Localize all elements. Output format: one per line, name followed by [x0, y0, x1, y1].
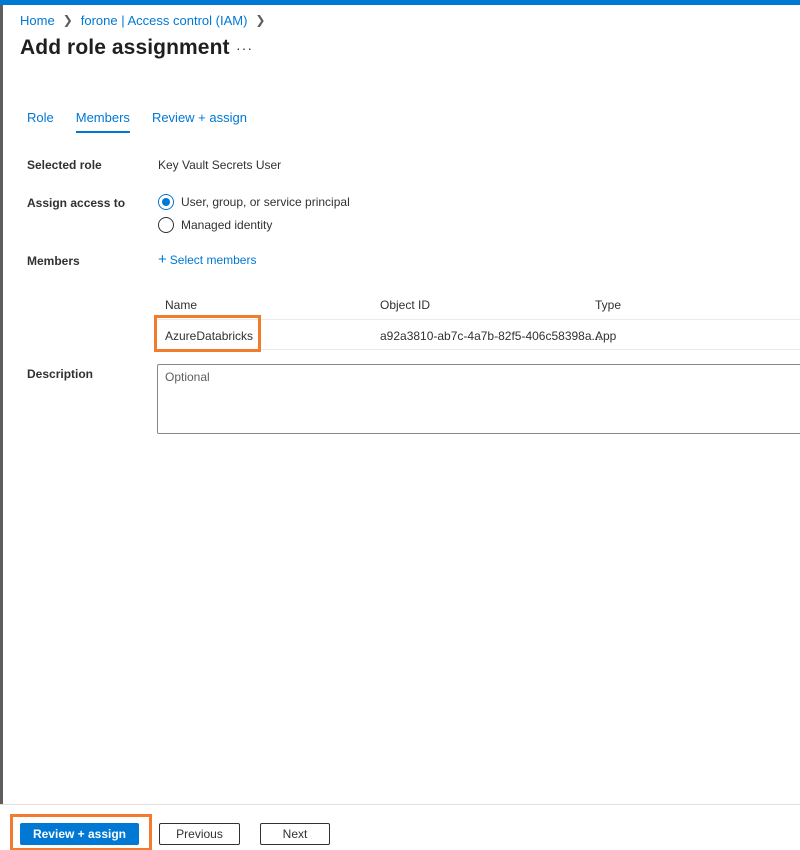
- members-table: Name Object ID Type AzureDatabricks a92a…: [154, 290, 800, 352]
- tab-role[interactable]: Role: [27, 110, 54, 133]
- members-label: Members: [27, 254, 80, 268]
- chevron-right-icon: ❯: [62, 12, 73, 27]
- plus-icon: +: [158, 251, 167, 268]
- radio-checked-icon: [158, 194, 174, 210]
- page-title: Add role assignment: [20, 36, 230, 59]
- selected-role-value: Key Vault Secrets User: [158, 158, 282, 172]
- assign-access-label: Assign access to: [27, 196, 126, 210]
- description-textarea[interactable]: Optional: [157, 364, 800, 434]
- column-header-object-id[interactable]: Object ID: [380, 298, 430, 312]
- name-highlight-box: [154, 315, 261, 352]
- top-accent-bar: [0, 0, 800, 5]
- member-type-cell: App: [595, 329, 617, 343]
- wizard-tabs: Role Members Review + assign: [27, 110, 269, 133]
- column-header-name[interactable]: Name: [165, 298, 197, 312]
- add-role-assignment-page: Home ❯ forone | Access control (IAM) ❯ A…: [0, 0, 800, 850]
- description-placeholder: Optional: [165, 370, 210, 384]
- breadcrumb-iam-link[interactable]: forone | Access control (IAM): [81, 13, 248, 28]
- review-highlight-box: [10, 814, 152, 850]
- description-label: Description: [27, 367, 94, 381]
- previous-button[interactable]: Previous: [159, 823, 240, 845]
- radio-managed-identity-label: Managed identity: [181, 218, 273, 232]
- selected-role-label: Selected role: [27, 158, 102, 172]
- left-edge-border: [0, 5, 3, 850]
- chevron-right-icon: ❯: [255, 12, 266, 27]
- column-header-type[interactable]: Type: [595, 298, 621, 312]
- breadcrumb-home-link[interactable]: Home: [20, 13, 55, 28]
- radio-user-group-sp[interactable]: User, group, or service principal: [158, 194, 350, 210]
- tab-review-assign[interactable]: Review + assign: [152, 110, 247, 133]
- table-row[interactable]: AzureDatabricks a92a3810-ab7c-4a7b-82f5-…: [154, 315, 800, 352]
- radio-user-group-sp-label: User, group, or service principal: [181, 195, 350, 209]
- member-object-id-cell: a92a3810-ab7c-4a7b-82f5-406c58398a...: [380, 329, 602, 343]
- tab-members[interactable]: Members: [75, 110, 130, 133]
- select-members-link[interactable]: + Select members: [158, 251, 257, 268]
- breadcrumb: Home ❯ forone | Access control (IAM) ❯: [20, 12, 273, 29]
- radio-unchecked-icon: [158, 217, 174, 233]
- next-button[interactable]: Next: [260, 823, 330, 845]
- select-members-label: Select members: [169, 253, 257, 267]
- more-options-icon[interactable]: ···: [236, 40, 253, 56]
- radio-managed-identity[interactable]: Managed identity: [158, 217, 272, 233]
